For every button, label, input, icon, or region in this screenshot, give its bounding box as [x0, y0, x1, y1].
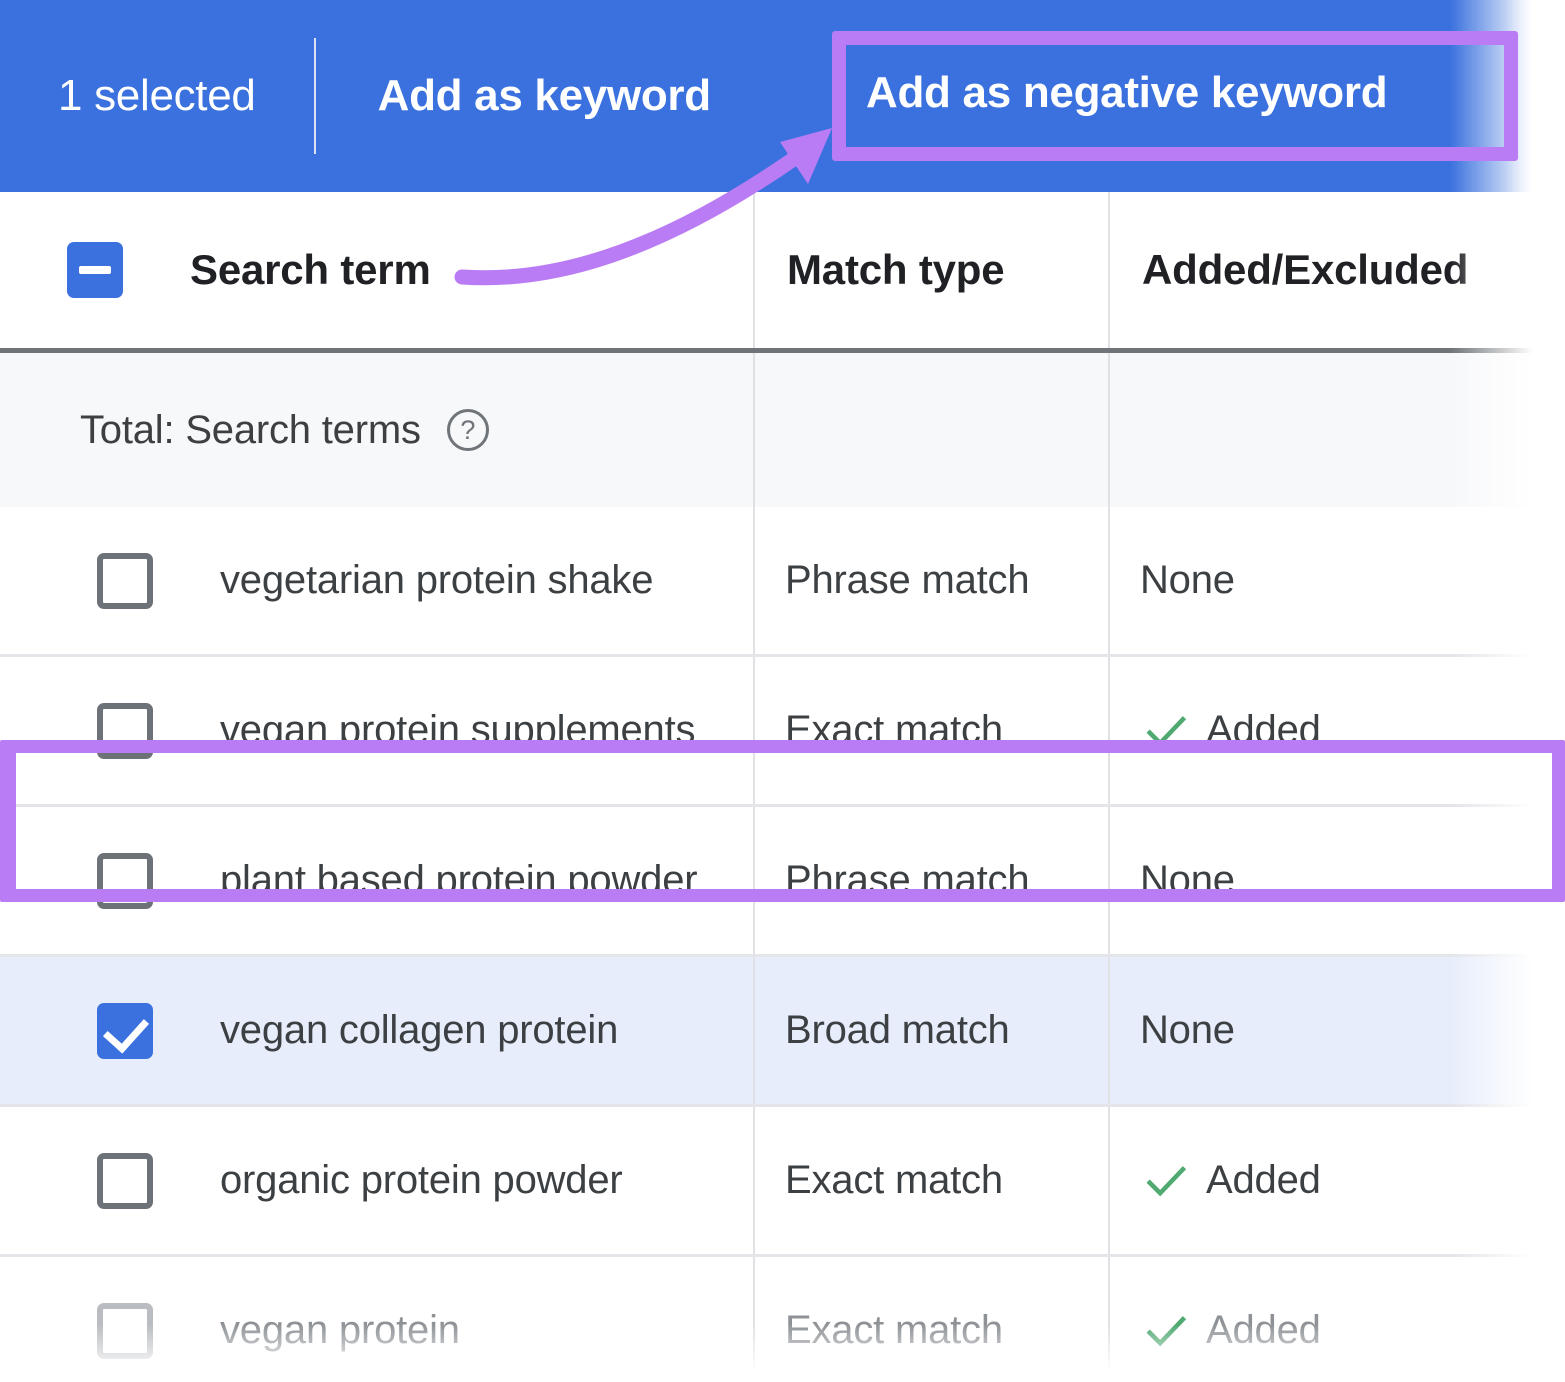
- row-cell-search-term: organic protein powder: [0, 1107, 753, 1254]
- row-checkbox[interactable]: [97, 1302, 153, 1359]
- row-checkbox[interactable]: [97, 552, 153, 609]
- add-as-negative-keyword-button[interactable]: Add as negative keyword: [866, 68, 1388, 118]
- help-circle-icon[interactable]: ?: [446, 409, 489, 451]
- table-header-row: Search term Match type Added/Excluded: [0, 192, 1565, 348]
- row-checkbox-wrap[interactable]: [30, 1152, 220, 1209]
- total-row-match-type: [753, 353, 1108, 507]
- row-cell-added-excluded: Added: [1108, 1257, 1565, 1382]
- table-row[interactable]: vegan collagen protein Broad match None: [0, 957, 1565, 1107]
- select-all-checkbox-wrap[interactable]: [0, 242, 190, 298]
- row-cell-search-term: vegetarian protein shake: [0, 507, 753, 654]
- row-cell-search-term: plant based protein powder: [0, 807, 753, 954]
- total-row-state: [1108, 353, 1565, 507]
- added-check-icon: [1146, 1165, 1187, 1196]
- row-checkbox[interactable]: [97, 852, 153, 909]
- row-cell-match-type: Broad match: [753, 957, 1108, 1104]
- row-cell-match-type: Exact match: [753, 657, 1108, 804]
- added-check-icon: [1146, 715, 1187, 746]
- table-row[interactable]: plant based protein powder Phrase match No…: [0, 807, 1565, 957]
- row-state-label: Added: [1206, 1158, 1321, 1202]
- row-checkbox-wrap[interactable]: [30, 1002, 220, 1059]
- row-checkbox[interactable]: [97, 702, 153, 759]
- row-state-label: Added: [1206, 708, 1321, 752]
- row-label-search-term: organic protein powder: [220, 1158, 623, 1202]
- row-cell-search-term: vegan protein: [0, 1257, 753, 1382]
- row-checkbox-wrap[interactable]: [30, 852, 220, 909]
- row-cell-added-excluded: None: [1108, 507, 1565, 654]
- table-row[interactable]: vegan protein supplements Exact match Adde…: [0, 657, 1565, 807]
- search-terms-panel: 1 selected Add as keyword Add as negativ…: [0, 0, 1565, 1382]
- row-checkbox-wrap[interactable]: [30, 702, 220, 759]
- row-state-label: None: [1140, 558, 1235, 602]
- row-label-search-term: plant based protein powder: [220, 858, 698, 902]
- search-terms-table: Search term Match type Added/Excluded To…: [0, 192, 1565, 1382]
- row-state-label: Added: [1206, 1308, 1321, 1352]
- row-cell-match-type: Exact match: [753, 1107, 1108, 1254]
- row-cell-match-type: Exact match: [753, 1257, 1108, 1382]
- row-cell-search-term: vegan protein supplements: [0, 657, 753, 804]
- header-cell-added-excluded: Added/Excluded: [1108, 192, 1565, 348]
- row-cell-added-excluded: Added: [1108, 1107, 1565, 1254]
- header-cell-match-type: Match type: [753, 192, 1108, 348]
- row-checkbox-wrap[interactable]: [30, 1302, 220, 1359]
- table-row[interactable]: organic protein powder Exact match Added: [0, 1107, 1565, 1257]
- header-cell-search-term: Search term: [0, 192, 753, 348]
- row-cell-search-term: vegan collagen protein: [0, 957, 753, 1104]
- row-checkbox-wrap[interactable]: [30, 552, 220, 609]
- add-as-keyword-button[interactable]: Add as keyword: [378, 71, 712, 121]
- select-all-checkbox[interactable]: [67, 242, 123, 298]
- bulk-action-bar: 1 selected Add as keyword Add as negativ…: [0, 0, 1565, 192]
- row-state-label: None: [1140, 858, 1235, 902]
- total-row-label-cell: Total: Search terms ?: [0, 353, 753, 507]
- row-cell-match-type: Phrase match: [753, 507, 1108, 654]
- table-body: vegetarian protein shake Phrase match None…: [0, 507, 1565, 1382]
- selected-count-label: 1 selected: [58, 71, 256, 120]
- total-row-label: Total: Search terms: [80, 407, 421, 452]
- row-cell-added-excluded: Added: [1108, 657, 1565, 804]
- added-check-icon: [1146, 1315, 1187, 1346]
- row-label-search-term: vegan protein: [220, 1308, 460, 1352]
- row-label-search-term: vegan protein supplements: [220, 708, 696, 752]
- action-bar-divider: [313, 38, 316, 154]
- row-cell-added-excluded: None: [1108, 807, 1565, 954]
- row-checkbox[interactable]: [97, 1002, 153, 1059]
- row-checkbox[interactable]: [97, 1152, 153, 1209]
- table-row[interactable]: vegetarian protein shake Phrase match None: [0, 507, 1565, 657]
- table-row[interactable]: vegan protein Exact match Added: [0, 1257, 1565, 1382]
- table-total-row: Total: Search terms ?: [0, 353, 1565, 507]
- row-state-label: None: [1140, 1008, 1235, 1052]
- row-cell-added-excluded: None: [1108, 957, 1565, 1104]
- row-label-search-term: vegetarian protein shake: [220, 558, 654, 602]
- row-cell-match-type: Phrase match: [753, 807, 1108, 954]
- row-label-search-term: vegan collagen protein: [220, 1008, 619, 1052]
- header-label-search-term: Search term: [190, 246, 431, 293]
